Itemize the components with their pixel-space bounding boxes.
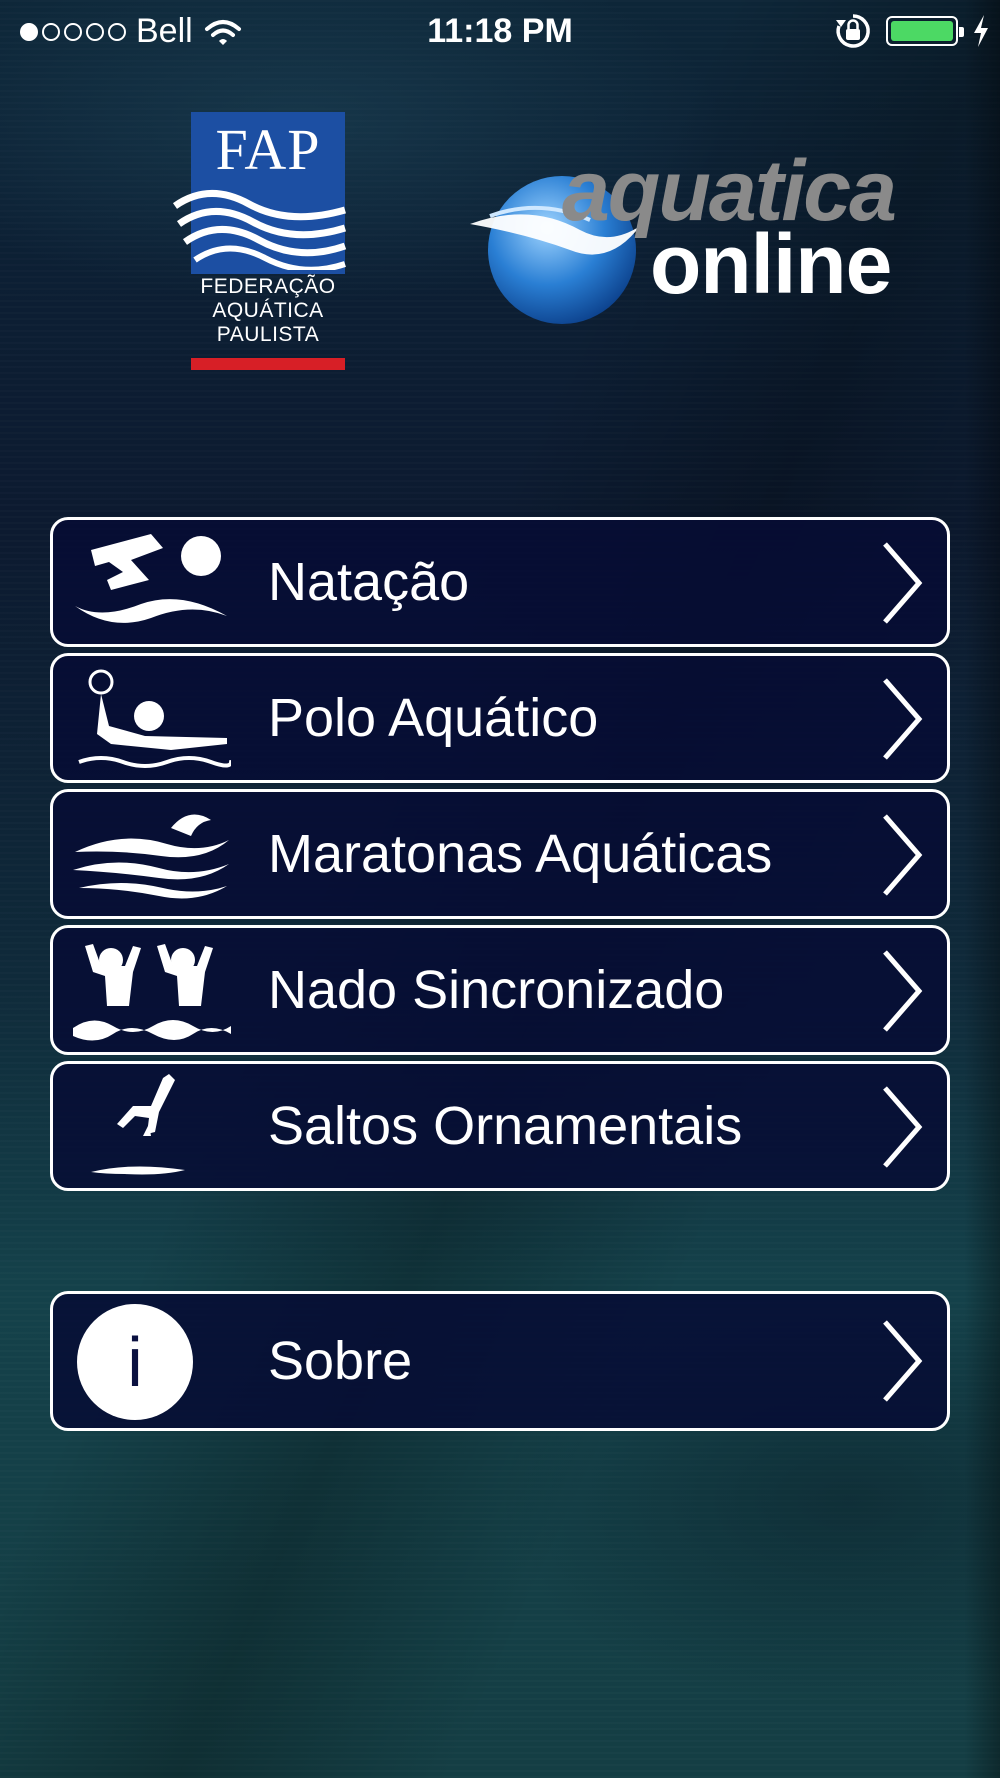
- menu-item-sobre[interactable]: i Sobre: [50, 1291, 950, 1431]
- fap-logo: FAP FEDERAÇÃO AQUÁTICA PAULISTA: [172, 112, 347, 370]
- fap-logo-stripe: [191, 358, 345, 370]
- water-polo-icon: [78, 669, 231, 768]
- menu-item-saltos-ornamentais[interactable]: Saltos Ornamentais: [50, 1061, 950, 1191]
- swimmer-icon: [75, 534, 227, 623]
- online-logo-word: online: [650, 217, 892, 311]
- chevron-right-icon: [883, 678, 923, 760]
- diving-icon: [91, 1074, 185, 1175]
- fap-logo-line: PAULISTA: [216, 323, 320, 346]
- chevron-right-icon: [883, 950, 923, 1032]
- menu-item-label: Polo Aquático: [268, 688, 599, 748]
- chevron-right-icon: [883, 814, 923, 896]
- aquatica-online-logo: aquatica online: [440, 148, 897, 324]
- open-water-icon: [73, 814, 229, 899]
- battery-cap: [959, 27, 964, 37]
- chevron-right-icon: [883, 542, 923, 624]
- menu-item-polo-aquatico[interactable]: Polo Aquático: [50, 653, 950, 783]
- chevron-right-icon: [883, 1086, 923, 1168]
- chevron-right-icon: [883, 1320, 923, 1402]
- menu-item-label: Sobre: [268, 1331, 413, 1391]
- fap-waves-icon: [172, 190, 347, 270]
- menu-item-natacao[interactable]: Natação: [50, 517, 950, 647]
- rotation-lock-icon: [836, 14, 870, 48]
- battery-fill: [891, 21, 953, 41]
- status-right: [834, 12, 990, 50]
- status-bar: Bell 11:18 PM: [0, 0, 1000, 64]
- menu-item-label: Maratonas Aquáticas: [268, 824, 773, 884]
- menu-item-label: Nado Sincronizado: [268, 960, 725, 1020]
- fap-logo-title: FAP: [215, 117, 321, 182]
- menu-item-label: Saltos Ornamentais: [268, 1096, 743, 1156]
- charging-bolt-icon: [974, 15, 988, 47]
- menu-item-maratonas-aquaticas[interactable]: Maratonas Aquáticas: [50, 789, 950, 919]
- menu-item-label: Natação: [268, 552, 470, 612]
- fap-logo-line: AQUÁTICA: [212, 299, 324, 322]
- fap-logo-box: FAP: [172, 112, 347, 274]
- pool-wall-shadow: [964, 0, 1000, 1778]
- fap-logo-line: FEDERAÇÃO: [200, 275, 336, 298]
- menu-item-nado-sincronizado[interactable]: Nado Sincronizado: [50, 925, 950, 1055]
- battery-icon: [886, 16, 964, 46]
- synchronized-swimming-icon: [73, 944, 231, 1041]
- info-icon: i: [77, 1304, 193, 1420]
